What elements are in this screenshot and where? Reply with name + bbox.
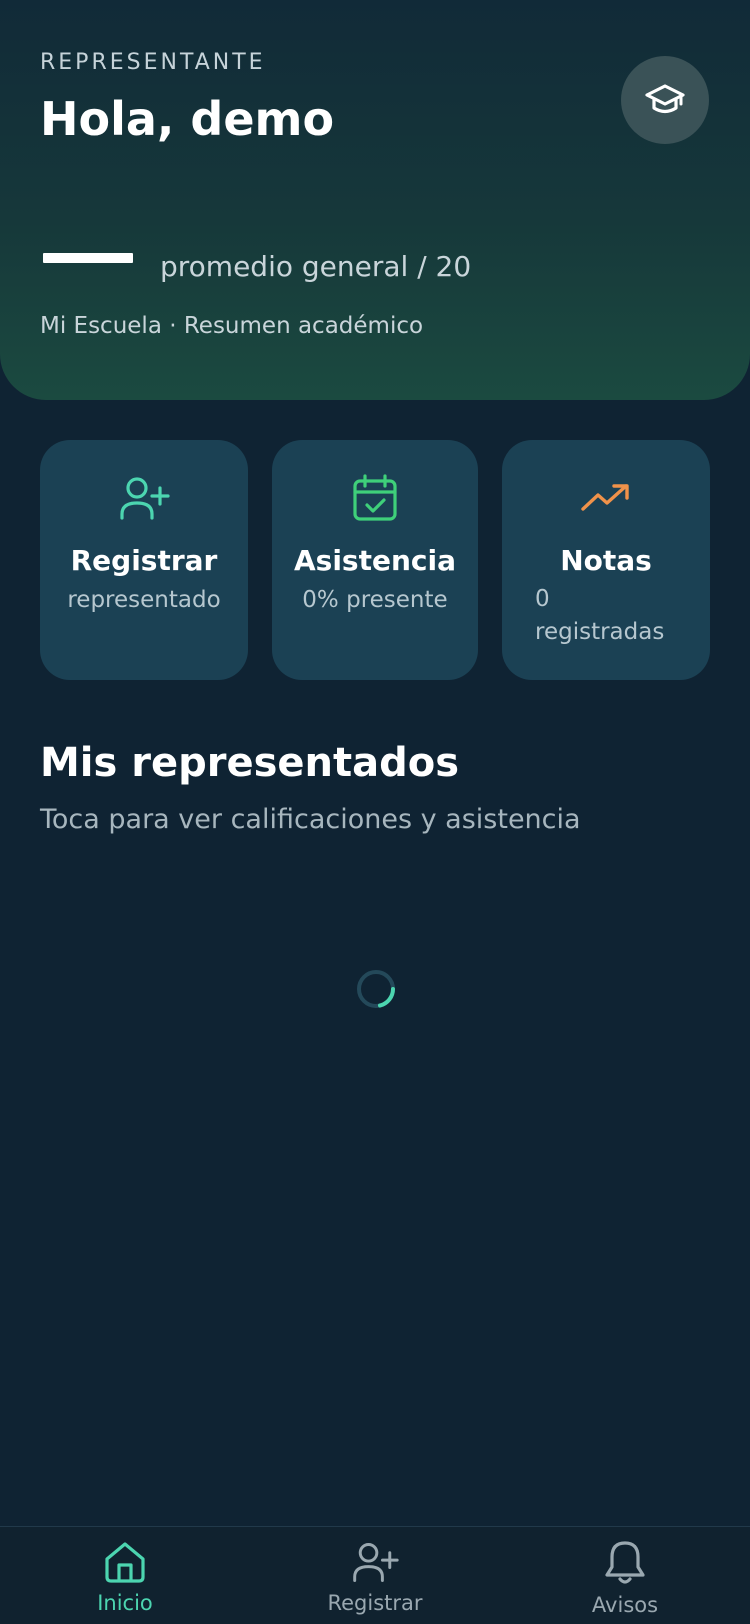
- user-plus-icon: [353, 1542, 399, 1582]
- bottom-navigation: Inicio Registrar Avisos: [0, 1526, 750, 1624]
- register-card[interactable]: Registrar representado: [40, 440, 248, 680]
- greeting-title: Hola, demo: [40, 92, 335, 146]
- nav-label-registrar: Registrar: [327, 1591, 423, 1615]
- nav-item-inicio[interactable]: Inicio: [45, 1539, 205, 1615]
- calendar-check-icon: [353, 474, 397, 521]
- grades-card[interactable]: Notas 0 registradas: [502, 440, 710, 680]
- nav-item-registrar[interactable]: Registrar: [295, 1539, 455, 1615]
- section-title: Mis representados: [40, 740, 460, 786]
- school-summary: Mi Escuela · Resumen académico: [40, 313, 424, 339]
- app-screen: REPRESENTANTE Hola, demo promedio genera…: [0, 0, 750, 1624]
- register-card-title: Registrar: [70, 544, 218, 577]
- attendance-card-title: Asistencia: [294, 544, 456, 577]
- role-label: REPRESENTANTE: [40, 50, 266, 75]
- register-card-subtitle: representado: [67, 587, 221, 613]
- nav-label-inicio: Inicio: [97, 1591, 153, 1615]
- nav-item-avisos[interactable]: Avisos: [545, 1539, 705, 1617]
- attendance-card[interactable]: Asistencia 0% presente: [272, 440, 478, 680]
- graduation-cap-icon: [645, 84, 685, 114]
- user-plus-icon: [120, 477, 170, 520]
- nav-label-avisos: Avisos: [591, 1593, 659, 1617]
- home-icon: [105, 1542, 145, 1583]
- average-label: promedio general / 20: [160, 250, 472, 283]
- trending-up-icon: [581, 484, 629, 511]
- average-value-placeholder: [43, 253, 133, 263]
- attendance-card-subtitle: 0% presente: [302, 587, 448, 613]
- grades-card-title: Notas: [560, 544, 652, 577]
- section-subtitle: Toca para ver calificaciones y asistenci…: [40, 804, 581, 835]
- grades-card-subtitle: 0 registradas: [535, 586, 665, 645]
- loading-spinner-icon: [357, 970, 395, 1008]
- profile-button[interactable]: [621, 56, 709, 144]
- summary-header: REPRESENTANTE Hola, demo promedio genera…: [0, 0, 750, 400]
- bell-icon: [605, 1541, 645, 1584]
